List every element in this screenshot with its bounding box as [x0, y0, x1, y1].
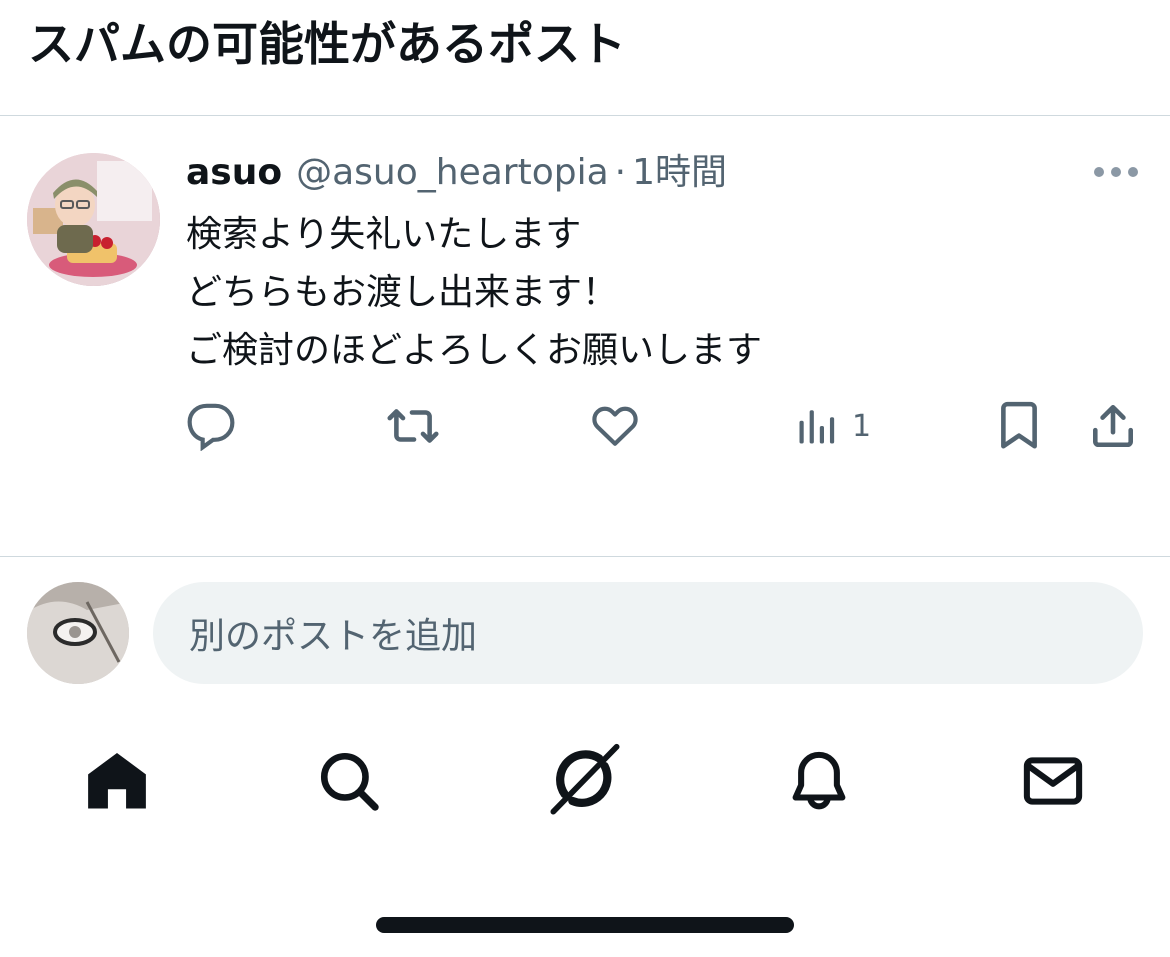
share-icon [1093, 404, 1133, 448]
views-icon [799, 410, 835, 444]
bookmark-icon [1001, 401, 1037, 449]
views-button[interactable]: 1 [796, 400, 871, 452]
search-icon [320, 752, 379, 811]
author-handle[interactable]: @asuo_heartopia [296, 148, 609, 198]
page-title: スパムの可能性があるポスト [28, 17, 626, 71]
author-avatar-image [27, 153, 160, 286]
repost-button[interactable] [386, 400, 440, 452]
home-icon [88, 752, 146, 809]
post-timestamp[interactable]: 1時間 [632, 148, 727, 198]
nav-home[interactable] [81, 745, 153, 817]
repost-icon [387, 409, 439, 443]
post-text-line: どちらもお渡し出来ます！ [186, 272, 619, 313]
more-options-button[interactable] [1094, 166, 1138, 178]
like-button[interactable] [590, 400, 640, 452]
meta-separator: · [614, 152, 627, 193]
post-text: 検索より失礼いたします どちらもお渡し出来ます！ ご検討のほどよろしくお願いしま… [186, 206, 762, 380]
user-avatar-image [27, 582, 129, 684]
header-divider [0, 115, 1170, 116]
mail-icon [1023, 757, 1083, 805]
bell-icon [792, 751, 846, 810]
nav-messages[interactable] [1017, 745, 1089, 817]
author-name[interactable]: asuo [186, 148, 282, 198]
post-divider [0, 556, 1170, 557]
like-icon [592, 406, 638, 446]
share-button[interactable] [1088, 400, 1138, 452]
post-text-line: 検索より失礼いたします [186, 214, 582, 255]
more-dot [1111, 167, 1121, 177]
bookmark-button[interactable] [996, 400, 1042, 452]
post-text-line: ご検討のほどよろしくお願いします [186, 330, 763, 371]
reply-icon [187, 403, 235, 451]
nav-search[interactable] [313, 745, 385, 817]
more-horizontal-icon [1094, 167, 1104, 177]
author-avatar[interactable] [27, 153, 160, 286]
nav-notifications[interactable] [783, 745, 855, 817]
add-post-placeholder: 別のポストを追加 [189, 616, 478, 657]
reply-button[interactable] [186, 400, 236, 452]
grok-icon [550, 743, 620, 815]
post-meta: asuo @asuo_heartopia · 1時間 [186, 148, 727, 198]
views-count: 1 [852, 408, 872, 444]
user-avatar[interactable] [27, 582, 129, 684]
more-dot [1128, 167, 1138, 177]
nav-grok[interactable] [545, 742, 625, 818]
add-post-input[interactable]: 別のポストを追加 [153, 582, 1143, 684]
home-indicator[interactable] [376, 917, 794, 933]
